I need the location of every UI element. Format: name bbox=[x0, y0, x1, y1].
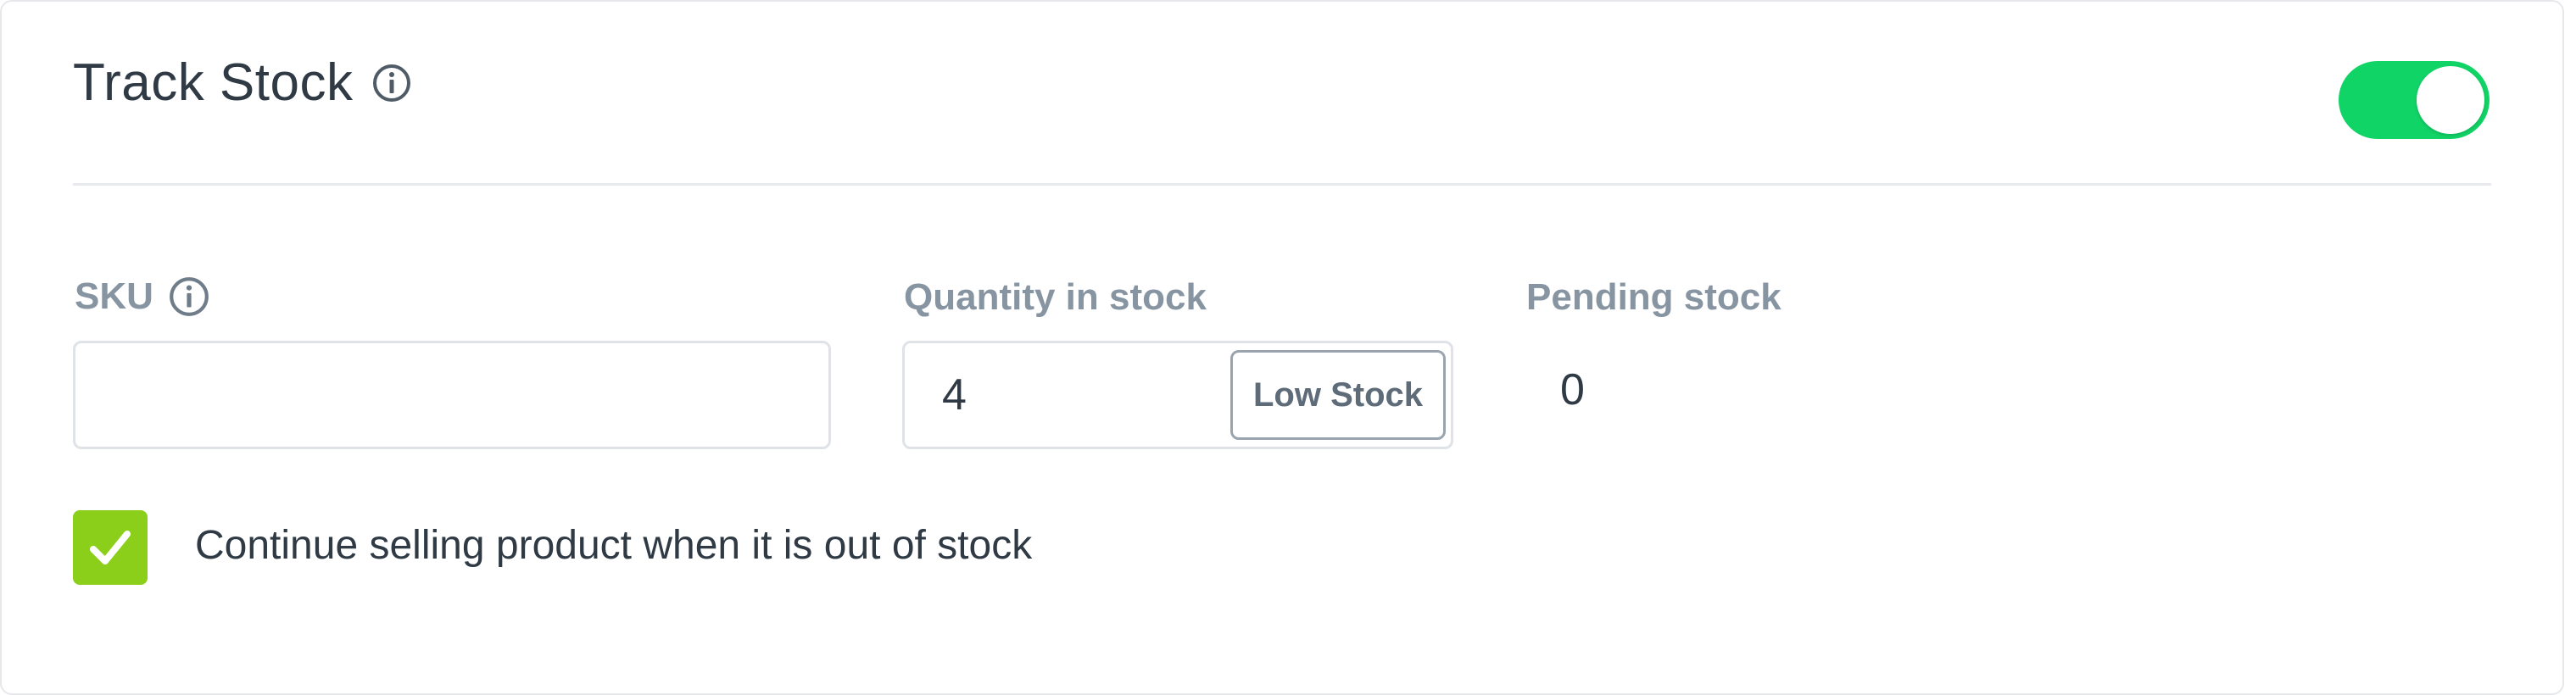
quantity-label: Quantity in stock bbox=[904, 276, 1207, 318]
continue-selling-checkbox[interactable] bbox=[73, 510, 148, 585]
header-divider bbox=[73, 183, 2491, 186]
track-stock-card: Track Stock SKU Quantity in stock 4 Low … bbox=[0, 0, 2564, 695]
pending-stock-label: Pending stock bbox=[1526, 276, 1781, 318]
info-circle-icon[interactable] bbox=[371, 62, 413, 104]
sku-label-group: SKU bbox=[75, 275, 211, 319]
track-stock-toggle[interactable] bbox=[2339, 61, 2490, 139]
quantity-value[interactable]: 4 bbox=[942, 343, 967, 447]
quantity-input[interactable]: 4 Low Stock bbox=[902, 341, 1453, 449]
sku-input[interactable] bbox=[73, 341, 831, 449]
section-header: Track Stock bbox=[73, 53, 413, 113]
sku-label: SKU bbox=[75, 275, 153, 317]
low-stock-button[interactable]: Low Stock bbox=[1230, 350, 1446, 440]
toggle-knob bbox=[2417, 66, 2484, 134]
section-title: Track Stock bbox=[73, 53, 354, 112]
info-circle-icon[interactable] bbox=[167, 275, 211, 319]
continue-selling-label[interactable]: Continue selling product when it is out … bbox=[195, 522, 1032, 569]
pending-stock-value: 0 bbox=[1560, 365, 1585, 414]
check-icon bbox=[90, 531, 131, 564]
